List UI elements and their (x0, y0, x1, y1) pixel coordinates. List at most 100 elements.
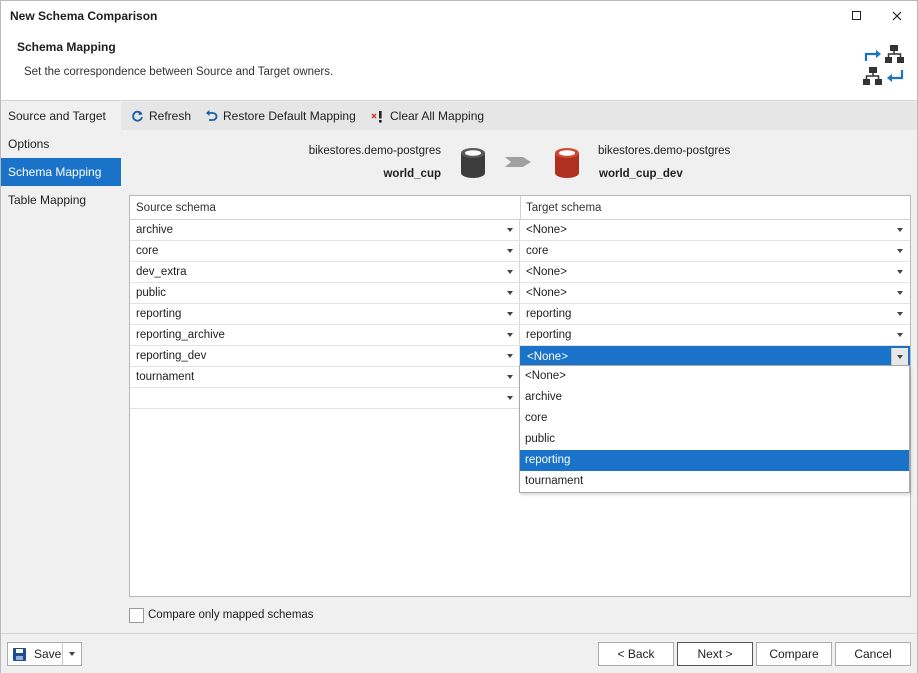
main-content: Refresh Restore Default Mapping Clear Al… (121, 102, 917, 633)
sidebar-item-options[interactable]: Options (1, 130, 121, 158)
chevron-down-icon[interactable] (507, 333, 513, 337)
clear-all-mapping-button[interactable]: Clear All Mapping (371, 102, 484, 130)
source-schema-value: core (136, 245, 159, 257)
source-schema-cell[interactable]: public (130, 283, 520, 303)
chevron-down-icon[interactable] (897, 249, 903, 253)
dialog-footer: Save < Back Next > Compare Cancel (1, 633, 917, 673)
chevron-down-icon[interactable] (507, 375, 513, 379)
chevron-down-icon[interactable] (897, 291, 903, 295)
close-button[interactable] (877, 1, 917, 31)
chevron-down-icon[interactable] (507, 228, 513, 232)
wizard-sidebar: Source and Target Options Schema Mapping… (1, 102, 121, 633)
chevron-down-icon[interactable] (897, 228, 903, 232)
chevron-down-icon[interactable] (507, 396, 513, 400)
back-button[interactable]: < Back (598, 642, 674, 666)
chevron-down-icon[interactable] (897, 270, 903, 274)
toolbar: Refresh Restore Default Mapping Clear Al… (121, 102, 917, 130)
save-options-dropdown-button[interactable] (63, 643, 81, 665)
source-schema-cell[interactable]: archive (130, 220, 520, 240)
dropdown-toggle-button[interactable] (891, 348, 908, 365)
target-schema-value: <None> (526, 287, 567, 299)
target-schema-cell[interactable]: reporting (520, 304, 910, 324)
source-schema-cell[interactable]: reporting (130, 304, 520, 324)
chevron-down-icon[interactable] (507, 291, 513, 295)
sidebar-item-source-and-target[interactable]: Source and Target (1, 102, 121, 130)
target-schema-value: <None> (526, 224, 567, 236)
window-title: New Schema Comparison (10, 9, 158, 23)
sidebar-item-schema-mapping[interactable]: Schema Mapping (1, 158, 121, 186)
table-row: reporting reporting (130, 304, 910, 325)
chevron-down-icon[interactable] (507, 270, 513, 274)
floppy-disk-icon (13, 647, 26, 661)
source-schema-cell[interactable]: reporting_archive (130, 325, 520, 345)
close-icon (892, 11, 902, 21)
target-database-label: world_cup_dev (599, 168, 683, 180)
refresh-icon (132, 110, 143, 122)
source-schema-cell[interactable] (130, 388, 520, 408)
source-server-label: bikestores.demo-postgres (308, 145, 441, 157)
target-schema-cell[interactable]: core (520, 241, 910, 261)
chevron-down-icon (897, 355, 903, 359)
source-schema-value: dev_extra (136, 266, 187, 278)
source-database-label: world_cup (383, 168, 441, 180)
dropdown-option[interactable]: <None> (520, 366, 909, 387)
dropdown-option-highlighted[interactable]: reporting (520, 450, 909, 471)
page-title: Schema Mapping (17, 40, 116, 54)
target-schema-cell[interactable]: reporting (520, 325, 910, 345)
chevron-down-icon[interactable] (897, 333, 903, 337)
table-row: core core (130, 241, 910, 262)
page-header: Schema Mapping Set the correspondence be… (1, 31, 917, 101)
source-schema-header: Source schema (136, 202, 216, 214)
save-button[interactable]: Save (8, 643, 64, 665)
cancel-button[interactable]: Cancel (835, 642, 911, 666)
table-row: dev_extra <None> (130, 262, 910, 283)
grid-header: Source schema Target schema (130, 196, 910, 220)
source-schema-value: public (136, 287, 167, 299)
target-schema-cell[interactable]: <None> (520, 262, 910, 282)
title-bar: New Schema Comparison (1, 1, 917, 31)
source-schema-cell[interactable]: tournament (130, 367, 520, 387)
chevron-down-icon (69, 652, 76, 656)
source-schema-cell[interactable]: reporting_dev (130, 346, 520, 366)
target-server-label: bikestores.demo-postgres (598, 145, 731, 157)
page-subtitle: Set the correspondence between Source an… (24, 66, 334, 78)
compare-only-mapped-option[interactable]: Compare only mapped schemas (129, 606, 314, 624)
dropdown-option[interactable]: tournament (520, 471, 909, 492)
source-schema-value: reporting (136, 308, 182, 320)
table-row: archive <None> (130, 220, 910, 241)
chevron-down-icon[interactable] (897, 312, 903, 316)
source-schema-cell[interactable]: dev_extra (130, 262, 520, 282)
target-schema-cell-selected[interactable]: <None> (520, 346, 910, 366)
maximize-icon (852, 11, 861, 20)
target-schema-cell[interactable]: <None> (520, 220, 910, 240)
target-schema-value: reporting (526, 329, 572, 341)
target-schema-cell[interactable]: <None> (520, 283, 910, 303)
source-schema-value: reporting_dev (136, 350, 207, 362)
sidebar-item-table-mapping[interactable]: Table Mapping (1, 186, 121, 214)
dialog-window: New Schema Comparison Schema Mapping Set… (0, 0, 918, 673)
chevron-down-icon[interactable] (507, 354, 513, 358)
save-split-button: Save (7, 642, 82, 666)
compare-only-mapped-checkbox[interactable] (129, 607, 144, 623)
chevron-down-icon[interactable] (507, 249, 513, 253)
source-schema-value: tournament (136, 371, 195, 383)
target-schema-dropdown-list: <None> archive core public reporting tou… (519, 365, 910, 493)
source-schema-value: reporting_archive (136, 329, 225, 341)
clear-all-mapping-label: Clear All Mapping (390, 109, 485, 123)
source-schema-value: archive (136, 224, 174, 236)
source-schema-cell[interactable]: core (130, 241, 520, 261)
dropdown-option[interactable]: archive (520, 387, 909, 408)
dropdown-option[interactable]: core (520, 408, 909, 429)
chevron-down-icon[interactable] (507, 312, 513, 316)
compare-button[interactable]: Compare (756, 642, 832, 666)
target-schema-value: reporting (526, 308, 572, 320)
arrow-right-icon (505, 157, 531, 167)
source-database-icon (461, 148, 485, 178)
dropdown-option[interactable]: public (520, 429, 909, 450)
next-button[interactable]: Next > (677, 642, 753, 666)
maximize-button[interactable] (837, 1, 877, 31)
refresh-label: Refresh (149, 109, 192, 123)
save-label: Save (34, 647, 62, 661)
refresh-button[interactable]: Refresh (131, 102, 191, 130)
restore-default-mapping-button[interactable]: Restore Default Mapping (205, 102, 356, 130)
